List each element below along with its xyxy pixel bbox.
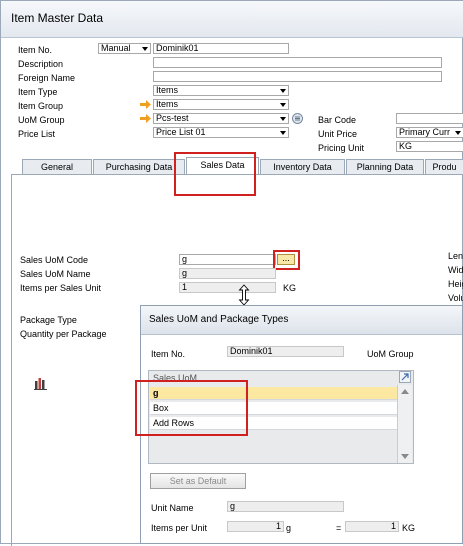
quantity-per-package-label: Quantity per Package bbox=[20, 329, 107, 339]
dialog-item-no-field: Dominik01 bbox=[227, 346, 344, 357]
unit-price-label: Unit Price bbox=[318, 129, 358, 139]
foreign-name-label: Foreign Name bbox=[18, 73, 76, 83]
scroll-up-icon[interactable] bbox=[401, 388, 409, 394]
browse-button-highlight bbox=[273, 250, 300, 270]
set-as-default-button[interactable]: Set as Default bbox=[150, 473, 246, 489]
dialog-unit-name-field: g bbox=[227, 501, 344, 512]
unit-price-currency-dropdown[interactable]: Primary Curr bbox=[396, 127, 463, 138]
tab-general[interactable]: General bbox=[22, 159, 92, 175]
sales-uom-code-label: Sales UoM Code bbox=[20, 255, 89, 265]
dialog-uom-group-label: UoM Group bbox=[367, 349, 414, 359]
resize-cursor-icon bbox=[238, 284, 250, 306]
dialog-items-per-unit-field[interactable]: 1 bbox=[227, 521, 284, 532]
sales-tab-highlight bbox=[174, 152, 256, 196]
equals-sign: = bbox=[336, 523, 342, 533]
bar-code-label: Bar Code bbox=[318, 115, 357, 125]
tab-purchasing-data[interactable]: Purchasing Data bbox=[93, 159, 185, 175]
volume-label: Volu bbox=[448, 293, 463, 303]
dialog-unit-name-label: Unit Name bbox=[151, 503, 194, 513]
grid-scrollbar[interactable] bbox=[397, 385, 412, 463]
window-titlebar: Item Master Data bbox=[1, 1, 463, 38]
window-title: Item Master Data bbox=[11, 11, 104, 25]
dialog-base-qty-field[interactable]: 1 bbox=[345, 521, 399, 532]
items-per-sales-unit-field: 1 bbox=[179, 282, 276, 293]
pricing-unit-label: Pricing Unit bbox=[318, 143, 365, 153]
item-no-field[interactable]: Dominik01 bbox=[153, 43, 289, 54]
dialog-title: Sales UoM and Package Types bbox=[149, 314, 289, 325]
tab-inventory-data[interactable]: Inventory Data bbox=[260, 159, 345, 175]
dialog-items-per-unit-label: Items per Unit bbox=[151, 523, 208, 533]
items-per-sales-unit-uom: KG bbox=[283, 283, 297, 293]
sales-uom-code-field[interactable]: g bbox=[179, 254, 276, 265]
height-label: Heig bbox=[448, 279, 463, 289]
dialog-titlebar: Sales UoM and Package Types bbox=[141, 306, 462, 335]
item-no-label: Item No. bbox=[18, 45, 53, 55]
length-label: Len bbox=[448, 251, 463, 261]
items-per-sales-unit-label: Items per Sales Unit bbox=[20, 283, 102, 293]
uom-list-icon[interactable] bbox=[292, 113, 303, 124]
foreign-name-field[interactable] bbox=[153, 71, 442, 82]
item-group-dropdown[interactable]: Items bbox=[153, 99, 289, 110]
dialog-items-per-unit-uom: g bbox=[286, 523, 292, 533]
price-list-dropdown[interactable]: Price List 01 bbox=[153, 127, 289, 138]
link-arrow-icon[interactable] bbox=[140, 114, 151, 123]
sales-uom-name-field: g bbox=[179, 268, 276, 279]
link-arrow-icon[interactable] bbox=[140, 100, 151, 109]
description-field[interactable] bbox=[153, 57, 442, 68]
description-label: Description bbox=[18, 59, 64, 69]
uom-group-label: UoM Group bbox=[18, 115, 65, 125]
dialog-base-uom: KG bbox=[402, 523, 416, 533]
scroll-down-icon[interactable] bbox=[401, 454, 409, 460]
uom-group-dropdown[interactable]: Pcs-test bbox=[153, 113, 289, 124]
numbering-dropdown[interactable]: Manual bbox=[98, 43, 151, 54]
package-type-label: Package Type bbox=[20, 315, 77, 325]
expand-grid-icon[interactable] bbox=[399, 371, 411, 383]
item-type-dropdown[interactable]: Items bbox=[153, 85, 289, 96]
tab-production-data[interactable]: Produ bbox=[425, 159, 463, 175]
pricing-unit-field[interactable]: KG bbox=[396, 141, 463, 152]
item-group-label: Item Group bbox=[18, 101, 64, 111]
item-type-label: Item Type bbox=[18, 87, 58, 97]
dialog-item-no-label: Item No. bbox=[151, 349, 186, 359]
bar-chart-icon[interactable] bbox=[34, 376, 48, 390]
width-label: Wid bbox=[448, 265, 463, 275]
price-list-label: Price List bbox=[18, 129, 56, 139]
sales-uom-name-label: Sales UoM Name bbox=[20, 269, 91, 279]
grid-rows-highlight bbox=[135, 380, 248, 436]
tab-planning-data[interactable]: Planning Data bbox=[346, 159, 424, 175]
bar-code-field[interactable] bbox=[396, 113, 463, 124]
